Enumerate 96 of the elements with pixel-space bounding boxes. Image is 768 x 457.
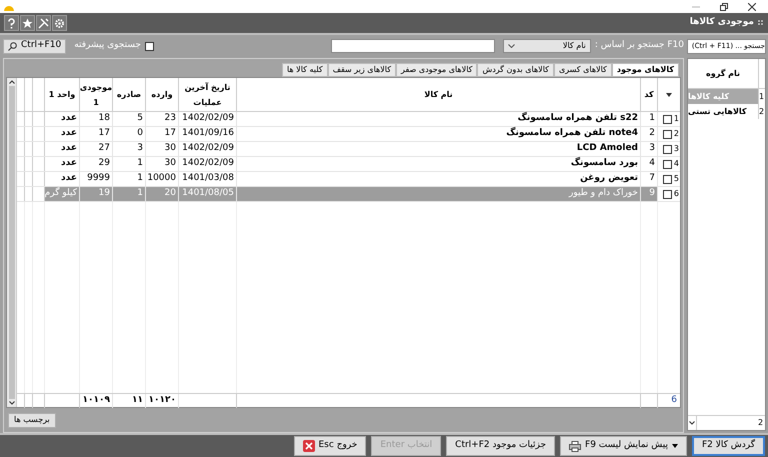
- scroll-down-icon[interactable]: [8, 401, 14, 405]
- table-cell: 30: [146, 157, 179, 171]
- row-number: 5: [674, 173, 679, 185]
- chevron-down-icon: [508, 44, 515, 48]
- column-header[interactable]: نام کالا: [237, 78, 641, 111]
- table-cell: عدد: [45, 157, 80, 171]
- column-header[interactable]: وارده: [146, 78, 179, 111]
- table-cell: 0: [113, 127, 146, 141]
- dropdown-icon[interactable]: [666, 92, 672, 96]
- toolbar-button[interactable]: گردش کالا F2: [692, 436, 765, 456]
- close-icon[interactable]: [748, 2, 756, 10]
- table-cell: 1402/02/09: [179, 142, 237, 156]
- checkbox[interactable]: [662, 130, 672, 138]
- tab[interactable]: کالاهای موجود: [612, 63, 679, 77]
- table-cell: 17: [146, 127, 179, 141]
- total-cell: ۱۱: [113, 394, 146, 408]
- table-cell: 20: [146, 187, 179, 201]
- search-field[interactable]: [330, 39, 495, 53]
- checkbox[interactable]: [662, 174, 672, 184]
- scroll-up-icon[interactable]: [8, 80, 14, 84]
- checkbox[interactable]: [662, 144, 672, 154]
- table-cell: 1: [113, 187, 146, 201]
- table-cell: 1402/02/09: [179, 112, 237, 126]
- table-cell: 1: [113, 157, 146, 171]
- search-icon: [8, 42, 17, 50]
- table-cell: عدد: [45, 127, 80, 141]
- table-cell: بورد سامسونگ: [237, 157, 641, 171]
- table-cell: تعویض روغن: [237, 172, 641, 186]
- group-header: نام گروه: [705, 68, 741, 80]
- row-number: 4: [674, 158, 679, 170]
- checkbox[interactable]: [662, 114, 672, 124]
- table-cell: عدد: [45, 112, 80, 126]
- table-cell: [33, 187, 45, 201]
- table-cell: note4 تلفن همراه سامسونگ: [237, 127, 641, 141]
- printer-icon: [569, 440, 582, 452]
- column-header[interactable]: کد: [641, 78, 658, 111]
- table-cell: 5: [113, 112, 146, 126]
- table-cell: 3: [113, 142, 146, 156]
- tools-icon[interactable]: [36, 15, 51, 31]
- table-cell: 19: [80, 187, 113, 201]
- column-header[interactable]: صادره: [113, 78, 146, 111]
- checkbox[interactable]: [144, 42, 154, 50]
- table-cell: 1402/02/09: [179, 157, 237, 171]
- tab[interactable]: کلیه کالا ها: [282, 63, 328, 77]
- table-cell: 10000: [146, 172, 179, 186]
- search-button[interactable]: Ctrl+F10: [3, 38, 66, 54]
- scrollbar[interactable]: [7, 78, 17, 407]
- row-number: 3: [674, 143, 679, 155]
- row-number: 1: [674, 113, 679, 125]
- toolbar-button[interactable]: جزئیات موجود Ctrl+F2: [446, 436, 556, 456]
- checkbox[interactable]: [662, 160, 672, 168]
- table-cell: 30: [146, 142, 179, 156]
- column-header[interactable]: تاریخ آخرین عملیات: [179, 78, 237, 111]
- close-icon: [302, 440, 314, 452]
- caret-icon: [672, 444, 678, 448]
- toolbar-button[interactable]: پیش نمایش لیست F9: [560, 436, 687, 456]
- search-field-dropdown[interactable]: نام کالا: [502, 39, 591, 53]
- checkbox[interactable]: [662, 190, 672, 198]
- tab[interactable]: کالاهای بدون گردش: [477, 63, 554, 77]
- tab[interactable]: کالاهای زیر سقف: [328, 63, 396, 77]
- help-icon[interactable]: [4, 15, 19, 31]
- table-cell: 1401/03/08: [179, 172, 237, 186]
- row-number: 2: [674, 128, 679, 140]
- table-cell: عدد: [45, 172, 80, 186]
- table-cell: 23: [146, 112, 179, 126]
- grip-icon: [758, 20, 764, 26]
- column-header[interactable]: موجودی 1: [80, 78, 113, 111]
- table-cell: 17: [80, 127, 113, 141]
- tab[interactable]: کالاهای کسری: [554, 63, 612, 77]
- group-count: 2: [758, 417, 764, 429]
- table-cell: s22 تلفن همراه سامسونگ: [237, 112, 641, 126]
- table-cell: 27: [80, 142, 113, 156]
- table-cell: LCD Amoled: [237, 142, 641, 156]
- column-header[interactable]: واحد 1: [45, 78, 80, 111]
- total-cell: ۱۰۱۰۹: [80, 394, 113, 408]
- restore-icon[interactable]: [720, 2, 728, 10]
- table-cell: 1401/09/16: [179, 127, 237, 141]
- table-cell: 18: [80, 112, 113, 126]
- table-cell: 9999: [80, 172, 113, 186]
- advanced-search-label: جستجوی پیشرفته: [74, 39, 141, 52]
- scroll-down-icon[interactable]: [689, 421, 695, 425]
- table-cell: 1401/08/05: [179, 187, 237, 201]
- tab[interactable]: کالاهای موجودی صفر: [396, 63, 478, 77]
- search-label: F10 جستجو بر اساس :: [594, 39, 684, 52]
- table-cell: 29: [80, 157, 113, 171]
- table-cell: کیلو گرم: [45, 187, 80, 201]
- window-title: موجودی کالاها: [690, 16, 754, 30]
- row-count: 6: [671, 394, 677, 407]
- total-cell: ۱۰۱۲۰: [146, 394, 179, 408]
- labels-button[interactable]: برچسب ها: [8, 412, 56, 428]
- table-cell: عدد: [45, 142, 80, 156]
- toolbar-button[interactable]: خروج Esc: [294, 436, 366, 456]
- table-cell: 1: [113, 172, 146, 186]
- row-number: 6: [674, 188, 679, 200]
- settings-icon[interactable]: [52, 15, 67, 31]
- table-cell: خوراک دام و طیور: [237, 187, 641, 201]
